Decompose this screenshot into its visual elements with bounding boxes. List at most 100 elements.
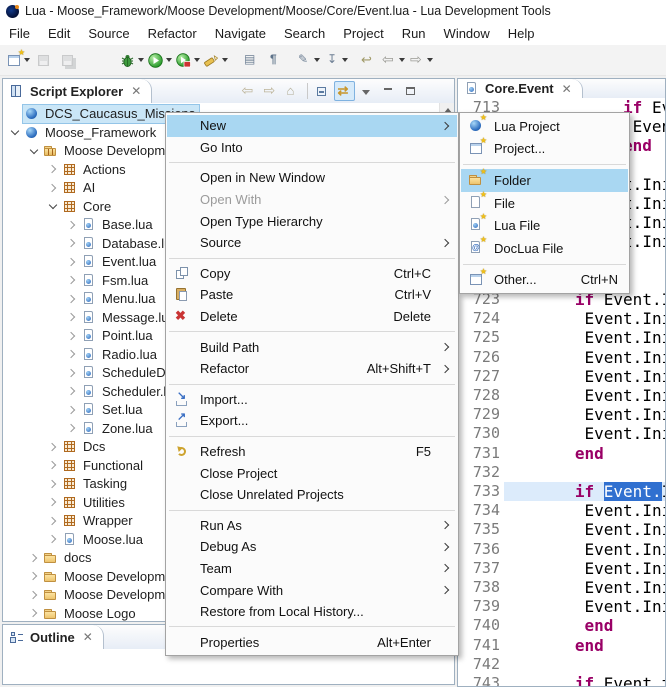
menu-item-compare-with[interactable]: Compare With xyxy=(167,579,457,601)
dropdown-arrow-icon[interactable] xyxy=(24,58,30,62)
last-edit-location-button[interactable] xyxy=(355,48,379,72)
code-line-741[interactable]: 741end xyxy=(458,636,665,655)
chevron-right-icon[interactable] xyxy=(45,179,61,197)
chevron-right-icon[interactable] xyxy=(64,290,80,308)
prev-annotation-button[interactable] xyxy=(322,48,350,72)
forward-button[interactable] xyxy=(407,48,435,72)
code-line-724[interactable]: 724Event.IniDCSGroupName = Event.IniDCSG… xyxy=(458,309,665,328)
dropdown-arrow-icon[interactable] xyxy=(194,58,200,62)
new-wizard-button[interactable]: ★ xyxy=(4,48,32,72)
chevron-down-icon[interactable] xyxy=(7,123,23,141)
menubar-file[interactable]: File xyxy=(0,22,39,45)
code-line-739[interactable]: 739Event.IniCategory = Event.IniDCSUnit:… xyxy=(458,597,665,616)
close-icon[interactable]: ✕ xyxy=(131,84,141,98)
code-line-740[interactable]: 740end xyxy=(458,616,665,635)
chevron-right-icon[interactable] xyxy=(64,234,80,252)
tab-outline[interactable]: Outline ✕ xyxy=(3,625,104,649)
chevron-right-icon[interactable] xyxy=(64,327,80,345)
chevron-right-icon[interactable] xyxy=(26,549,42,567)
code-line-738[interactable]: 738Event.IniObjectCategory = Object.Cate… xyxy=(458,578,665,597)
collapse-all-button[interactable] xyxy=(312,81,333,101)
chevron-right-icon[interactable] xyxy=(45,512,61,530)
menu-item-lua-file[interactable]: ★Lua File xyxy=(461,214,628,237)
minimize-button[interactable] xyxy=(378,81,399,101)
menu-item-import[interactable]: Import... xyxy=(167,389,457,411)
chevron-down-icon[interactable] xyxy=(45,197,61,215)
code-line-737[interactable]: 737Event.IniUnit = UNIT:FindByName( Even… xyxy=(458,559,665,578)
code-line-726[interactable]: 726Event.IniGroup = GROUP:FindByName( Ev… xyxy=(458,348,665,367)
menu-item-team[interactable]: Team xyxy=(167,558,457,580)
chevron-down-icon[interactable] xyxy=(26,142,42,160)
open-element-button[interactable] xyxy=(238,48,262,72)
dropdown-arrow-icon[interactable] xyxy=(314,58,320,62)
mark-occurrences-button[interactable] xyxy=(202,48,230,72)
menubar-help[interactable]: Help xyxy=(499,22,544,45)
code-line-742[interactable]: 742 xyxy=(458,655,665,674)
menu-item-close-unrelated-projects[interactable]: Close Unrelated Projects xyxy=(167,484,457,506)
view-menu-button[interactable] xyxy=(356,81,377,101)
code-line-728[interactable]: 728Event.IniDCSGroupName = Event.IniDCSG… xyxy=(458,386,665,405)
chevron-right-icon[interactable] xyxy=(26,604,42,621)
run-button[interactable] xyxy=(146,48,174,72)
menu-item-restore-from-local-history[interactable]: Restore from Local History... xyxy=(167,601,457,623)
menu-item-other[interactable]: ★Other...Ctrl+N xyxy=(461,269,628,292)
menu-item-new[interactable]: New xyxy=(167,115,457,137)
next-annotation-button[interactable] xyxy=(294,48,322,72)
code-line-735[interactable]: 735Event.IniDCSUnitName = Event.IniDCSUn… xyxy=(458,520,665,539)
chevron-right-icon[interactable] xyxy=(64,401,80,419)
dropdown-arrow-icon[interactable] xyxy=(427,58,433,62)
menu-item-build-path[interactable]: Build Path xyxy=(167,336,457,358)
debug-button[interactable] xyxy=(118,48,146,72)
menu-item-run-as[interactable]: Run As xyxy=(167,515,457,537)
menu-item-copy[interactable]: CopyCtrl+C xyxy=(167,263,457,285)
code-line-725[interactable]: 725Event.IniGroupName = Event.IniDCSGrou… xyxy=(458,328,665,347)
chevron-right-icon[interactable] xyxy=(45,493,61,511)
chevron-right-icon[interactable] xyxy=(64,253,80,271)
menu-item-project[interactable]: ★Project... xyxy=(461,138,628,161)
menu-item-delete[interactable]: DeleteDelete xyxy=(167,306,457,328)
code-line-727[interactable]: 727Event.IniDCSGroup = Event.IniDCSGroup xyxy=(458,367,665,386)
code-line-743[interactable]: 743if Event.target then xyxy=(458,674,665,686)
tab-script-explorer[interactable]: Script Explorer ✕ xyxy=(3,79,152,103)
chevron-right-icon[interactable] xyxy=(64,345,80,363)
menu-item-open-type-hierarchy[interactable]: Open Type Hierarchy xyxy=(167,210,457,232)
chevron-right-icon[interactable] xyxy=(45,456,61,474)
chevron-right-icon[interactable] xyxy=(45,475,61,493)
menu-item-close-project[interactable]: Close Project xyxy=(167,462,457,484)
menu-item-doclua-file[interactable]: ★DocLua File xyxy=(461,237,628,260)
dropdown-arrow-icon[interactable] xyxy=(342,58,348,62)
code-line-731[interactable]: 731end xyxy=(458,444,665,463)
chevron-right-icon[interactable] xyxy=(45,438,61,456)
nav-up-button[interactable] xyxy=(282,81,303,101)
code-line-729[interactable]: 729Event.IniGroupName = Event.IniGroupNa… xyxy=(458,405,665,424)
menu-item-lua-project[interactable]: ★Lua Project xyxy=(461,115,628,138)
chevron-right-icon[interactable] xyxy=(64,271,80,289)
menu-item-export[interactable]: Export... xyxy=(167,410,457,432)
menu-item-refresh[interactable]: RefreshF5 xyxy=(167,441,457,463)
chevron-right-icon[interactable] xyxy=(64,308,80,326)
run-coverage-button[interactable] xyxy=(174,48,202,72)
code-line-734[interactable]: 734Event.IniDCSUnit = Event.initiator xyxy=(458,501,665,520)
menu-item-properties[interactable]: PropertiesAlt+Enter xyxy=(167,631,457,653)
menu-item-open-in-new-window[interactable]: Open in New Window xyxy=(167,167,457,189)
chevron-right-icon[interactable] xyxy=(64,364,80,382)
menu-item-refactor[interactable]: RefactorAlt+Shift+T xyxy=(167,358,457,380)
menu-item-file[interactable]: ★File xyxy=(461,192,628,215)
code-line-733[interactable]: 733if Event.IniObjectCategory == Object.… xyxy=(458,482,665,501)
code-line-730[interactable]: 730Event.IniGroup = Event.IniGroup xyxy=(458,424,665,443)
back-button[interactable] xyxy=(379,48,407,72)
close-icon[interactable]: ✕ xyxy=(83,630,93,644)
chevron-right-icon[interactable] xyxy=(64,216,80,234)
show-whitespace-button[interactable] xyxy=(262,48,286,72)
tab-core-event[interactable]: Core.Event ✕ xyxy=(458,79,583,98)
menubar-project[interactable]: Project xyxy=(334,22,392,45)
chevron-right-icon[interactable] xyxy=(64,382,80,400)
code-line-732[interactable]: 732 xyxy=(458,463,665,482)
chevron-right-icon[interactable] xyxy=(45,530,61,548)
menubar-refactor[interactable]: Refactor xyxy=(139,22,206,45)
menu-item-paste[interactable]: PasteCtrl+V xyxy=(167,284,457,306)
dropdown-arrow-icon[interactable] xyxy=(166,58,172,62)
menubar-search[interactable]: Search xyxy=(275,22,334,45)
chevron-right-icon[interactable] xyxy=(45,160,61,178)
code-line-736[interactable]: 736Event.IniUnitName = Event.IniDCSUnitN… xyxy=(458,540,665,559)
